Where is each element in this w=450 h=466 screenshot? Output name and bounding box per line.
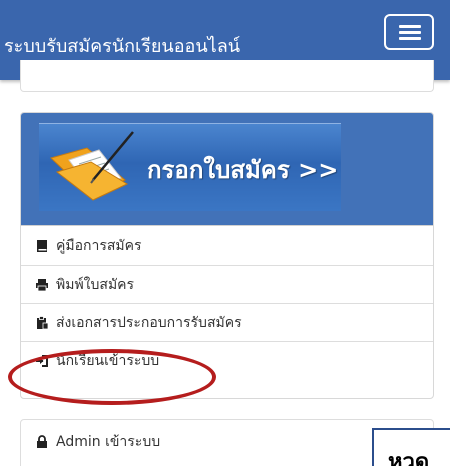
hamburger-icon-bar: [399, 31, 421, 34]
admin-login-label: Admin เข้าระบบ: [56, 434, 161, 450]
menu-item-send-documents[interactable]: ส่งเอกสารประกอบการรับสมัคร: [21, 303, 433, 341]
lock-icon: [37, 435, 47, 448]
panel-heading: กรอกใบสมัคร >>: [21, 113, 433, 225]
menu-item-manual[interactable]: คู่มือการสมัคร: [21, 225, 433, 265]
apply-banner[interactable]: กรอกใบสมัคร >>: [39, 123, 341, 211]
menu-toggle-button[interactable]: [384, 14, 434, 50]
hamburger-icon: [399, 25, 421, 28]
menu-item-print-form[interactable]: พิมพ์ใบสมัคร: [21, 265, 433, 303]
menu-item-label: พิมพ์ใบสมัคร: [56, 276, 135, 293]
print-icon: [36, 278, 48, 291]
highlight-ellipse: [8, 349, 216, 405]
book-icon: [37, 239, 47, 252]
hamburger-icon-bar: [399, 37, 421, 40]
folder-pen-icon: [50, 131, 134, 201]
clipboard-icon: [37, 315, 49, 329]
overlay-box: หวด: [372, 428, 450, 466]
admin-login-link[interactable]: Admin เข้าระบบ: [35, 431, 160, 453]
overlay-text: หวด: [388, 450, 430, 466]
previous-card-bottom: [20, 60, 434, 92]
apply-banner-text: กรอกใบสมัคร >>: [147, 156, 339, 184]
site-title[interactable]: ระบบรับสมัครนักเรียนออนไลน์: [4, 31, 240, 60]
menu-item-label: ส่งเอกสารประกอบการรับสมัคร: [56, 314, 242, 331]
menu-item-label: คู่มือการสมัคร: [56, 237, 142, 254]
